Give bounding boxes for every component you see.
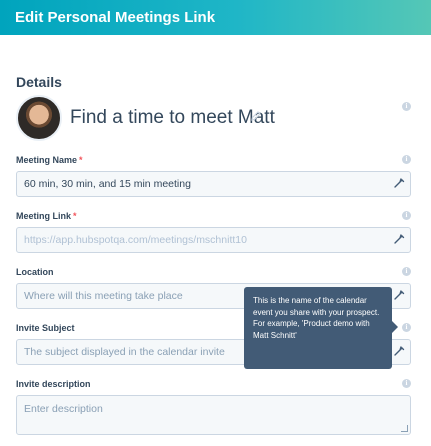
info-icon[interactable]: i	[402, 323, 411, 332]
meeting-link-label-text: Meeting Link	[16, 211, 72, 221]
wrench-icon[interactable]	[393, 233, 405, 245]
modal-header: Edit Personal Meetings Link	[0, 0, 431, 35]
info-icon[interactable]: i	[402, 102, 411, 111]
page-heading: Find a time to meet Matt	[70, 107, 275, 128]
meeting-name-input[interactable]: 60 min, 30 min, and 15 min meeting	[16, 171, 411, 197]
info-icon[interactable]: i	[402, 155, 411, 164]
invite-description-textarea[interactable]: Enter description	[16, 395, 411, 435]
required-mark: *	[79, 155, 83, 165]
modal-title: Edit Personal Meetings Link	[15, 9, 216, 26]
meeting-link-value: https://app.hubspotqa.com/meetings/mschn…	[24, 234, 247, 246]
required-mark: *	[73, 211, 77, 221]
info-icon[interactable]: i	[402, 211, 411, 220]
wrench-icon[interactable]	[393, 177, 405, 189]
tooltip-text: This is the name of the calendar event y…	[253, 296, 380, 340]
meeting-link-input[interactable]: https://app.hubspotqa.com/meetings/mschn…	[16, 227, 411, 253]
info-icon[interactable]: i	[402, 379, 411, 388]
avatar[interactable]	[16, 95, 62, 141]
meeting-name-label-text: Meeting Name	[16, 155, 78, 165]
wrench-icon[interactable]	[393, 289, 405, 301]
info-icon[interactable]: i	[402, 267, 411, 276]
meeting-name-value: 60 min, 30 min, and 15 min meeting	[24, 178, 191, 190]
pencil-icon[interactable]	[250, 110, 262, 124]
resize-handle[interactable]	[401, 425, 408, 432]
invite-subject-label: Invite Subject	[16, 323, 75, 333]
invite-subject-placeholder: The subject displayed in the calendar in…	[24, 346, 225, 358]
location-placeholder: Where will this meeting take place	[24, 290, 183, 302]
tooltip: This is the name of the calendar event y…	[244, 287, 398, 369]
meeting-link-label: Meeting Link *	[16, 211, 77, 221]
meeting-name-label: Meeting Name *	[16, 155, 83, 165]
wrench-icon[interactable]	[393, 345, 405, 357]
invite-description-placeholder: Enter description	[24, 403, 103, 415]
section-title: Details	[16, 74, 62, 90]
location-label: Location	[16, 267, 54, 277]
invite-description-label: Invite description	[16, 379, 91, 389]
